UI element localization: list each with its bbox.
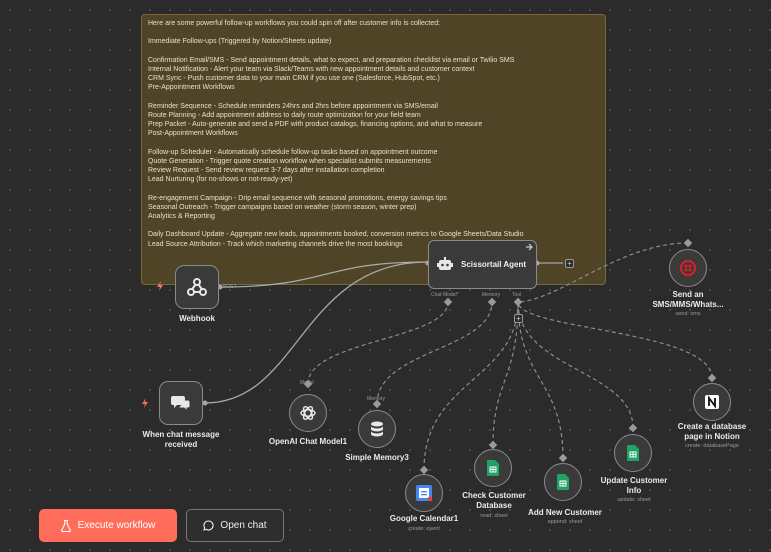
add-customer-title: Add New Customer [528,508,602,517]
edge-check-tool [492,301,519,446]
edge-memory-agent [376,301,493,405]
edge-gcal-tool [423,301,519,471]
memory-title: Simple Memory3 [345,453,409,462]
google-sheets-icon [557,474,569,490]
chat-trigger-title: When chat message received [142,430,220,449]
update-customer-sub: update: sheet [617,497,651,503]
edge-chat-agent [204,261,429,404]
chat-icon [171,396,191,412]
notion-title: Create a database page in Notion [677,422,747,441]
memory-node[interactable] [358,410,396,448]
check-customer-title: Check Customer Database [462,491,526,510]
agent-port-tool: Tool [512,292,522,298]
workflow-canvas[interactable]: Here are some powerful follow-up workflo… [0,0,771,552]
webhook-method-label: POST [223,284,237,290]
openai-icon [300,406,316,420]
add-customer-sub: append: sheet [547,519,583,525]
open-chat-label: Open chat [220,520,267,531]
google-sheets-icon [487,460,499,476]
memory-type-label: Memory [367,396,386,402]
google-calendar-title: Google Calendar1 [389,514,459,523]
agent-node[interactable]: Scissortail Agent [428,240,537,289]
execute-workflow-label: Execute workflow [77,520,156,531]
open-chat-button[interactable]: Open chat [186,509,284,542]
add-tool-button[interactable]: + [514,314,523,323]
google-calendar-sub: create: event [408,526,440,532]
edge-update-tool [517,301,634,429]
webhook-icon [187,278,207,296]
sms-sub: send: sms [675,311,701,317]
openai-title: OpenAI Chat Model1 [268,437,348,446]
sms-title: Send an SMS/MMS/Whats... [652,290,724,309]
database-icon [371,421,383,437]
webhook-title: Webhook [179,314,215,323]
agent-title: Scissortail Agent [461,260,527,269]
google-calendar-node[interactable] [405,474,443,512]
openai-type-label: Model [300,380,314,386]
webhook-node[interactable] [175,265,219,309]
notion-sub: create: databasePage [685,443,739,449]
arrow-icon [526,243,533,251]
edge-add-tool [517,301,564,459]
connections-layer [202,238,717,475]
trigger-bolt-icon [157,281,163,291]
trigger-bolt-icon [142,398,148,408]
check-customer-node[interactable] [474,449,512,487]
update-customer-node[interactable] [614,434,652,472]
execute-workflow-button[interactable]: Execute workflow [39,509,177,542]
agent-port-memory: Memory [482,292,501,298]
twilio-icon [680,260,696,276]
sms-node[interactable] [669,249,707,287]
robot-icon [437,256,453,270]
google-sheets-icon [627,445,639,461]
agent-port-chat-model: Chat Model* [431,292,459,298]
chat-trigger-node[interactable] [159,381,203,425]
update-customer-title: Update Customer Info [600,476,668,495]
google-calendar-icon [416,485,432,501]
check-customer-sub: read: sheet [480,513,508,519]
add-next-node-button[interactable]: + [565,259,574,268]
add-customer-node[interactable] [544,463,582,501]
flask-icon [60,519,71,532]
openai-node[interactable] [289,394,327,432]
edge-openai-chatmodel [307,301,449,385]
message-circle-icon [203,520,214,531]
notion-icon [705,395,719,409]
notion-node[interactable] [693,383,731,421]
